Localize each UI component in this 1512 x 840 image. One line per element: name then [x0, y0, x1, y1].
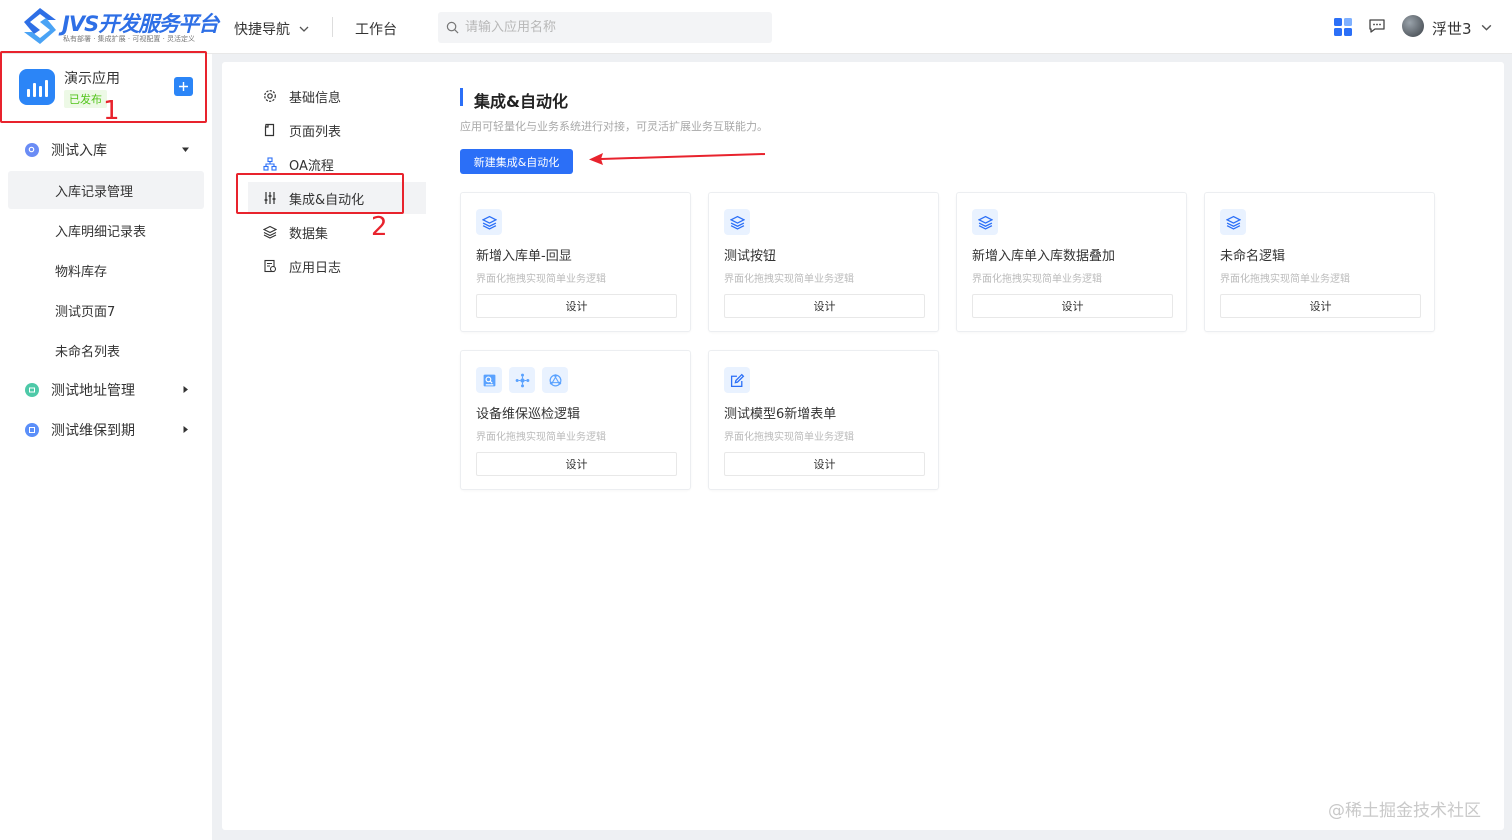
nav-label: 基础信息 — [289, 90, 342, 106]
nav-app-log[interactable]: 应用日志 — [248, 250, 426, 282]
integration-card[interactable]: 新增入库单-回显 界面化拖拽实现简单业务逻辑 设计 — [460, 192, 691, 332]
message-icon[interactable] — [1368, 17, 1386, 35]
caret-right-icon — [183, 426, 188, 433]
caret-down-icon — [182, 147, 189, 152]
design-button[interactable]: 设计 — [476, 452, 677, 476]
quick-nav-dropdown[interactable]: 快捷导航 — [234, 19, 310, 39]
left-sidebar: 演示应用 已发布 测试入库 入库记录管理 入库明细记录表 物料库存 测试页面7 … — [0, 54, 212, 840]
logo-subtitle: 私有部署 · 集成扩展 · 可视配置 · 灵活定义 — [63, 35, 196, 43]
report-search-icon — [476, 367, 502, 393]
nav-label: OA流程 — [289, 158, 334, 174]
logo-mark-icon — [24, 8, 56, 44]
platform-logo[interactable]: JVS开发服务平台 私有部署 · 集成扩展 · 可视配置 · 灵活定义 — [22, 6, 219, 46]
calendar-icon — [25, 423, 39, 437]
card-icons — [476, 367, 568, 393]
design-button[interactable]: 设计 — [972, 294, 1173, 318]
card-title: 设备维保巡检逻辑 — [476, 407, 581, 422]
sidebar-group-test-inbound[interactable]: 测试入库 — [8, 131, 204, 169]
card-description: 界面化拖拽实现简单业务逻辑 — [476, 432, 606, 443]
sidebar-item-test-page7[interactable]: 测试页面7 — [8, 291, 204, 329]
card-icons — [972, 209, 998, 235]
sidebar-group-label: 测试地址管理 — [51, 383, 135, 399]
annotation-number-2: 2 — [371, 212, 388, 242]
top-header: JVS开发服务平台 私有部署 · 集成扩展 · 可视配置 · 灵活定义 快捷导航… — [0, 0, 1512, 54]
app-search[interactable] — [438, 12, 772, 43]
card-icons — [724, 367, 750, 393]
sidebar-item-inbound-detail[interactable]: 入库明细记录表 — [8, 211, 204, 249]
sidebar-group-test-address[interactable]: 测试地址管理 — [8, 371, 204, 409]
caret-right-icon — [183, 386, 188, 393]
new-integration-button[interactable]: 新建集成&自动化 — [460, 149, 573, 174]
design-button[interactable]: 设计 — [724, 452, 925, 476]
location-icon — [25, 383, 39, 397]
card-description: 界面化拖拽实现简单业务逻辑 — [972, 274, 1102, 285]
nav-label: 页面列表 — [289, 124, 342, 140]
nav-page-list[interactable]: 页面列表 — [248, 114, 426, 146]
flow-icon — [263, 157, 277, 171]
sidebar-item-material-stock[interactable]: 物料库存 — [8, 251, 204, 289]
nav-label: 应用日志 — [289, 260, 342, 276]
card-description: 界面化拖拽实现简单业务逻辑 — [724, 274, 854, 285]
sidebar-item-unnamed-list[interactable]: 未命名列表 — [8, 331, 204, 369]
sidebar-group-label: 测试维保到期 — [51, 423, 135, 439]
layers-icon — [724, 209, 750, 235]
user-name[interactable]: 浮世3 — [1432, 18, 1472, 39]
integration-card[interactable]: 新增入库单入库数据叠加 界面化拖拽实现简单业务逻辑 设计 — [956, 192, 1187, 332]
sidebar-group-label: 测试入库 — [51, 143, 107, 159]
app-search-input[interactable] — [465, 20, 755, 35]
quick-nav-label: 快捷导航 — [234, 22, 290, 38]
sidebar-group-test-maintenance[interactable]: 测试维保到期 — [8, 411, 204, 449]
design-button[interactable]: 设计 — [724, 294, 925, 318]
card-title: 新增入库单-回显 — [476, 249, 572, 264]
integration-card[interactable]: 设备维保巡检逻辑 界面化拖拽实现简单业务逻辑 设计 — [460, 350, 691, 490]
section-title-accent — [460, 88, 463, 106]
layers-icon — [263, 225, 277, 239]
section-title: 集成&自动化 — [474, 92, 568, 111]
annotation-arrow-icon — [589, 153, 766, 165]
card-title: 新增入库单入库数据叠加 — [972, 249, 1116, 264]
chevron-down-icon — [299, 26, 309, 32]
network-nodes-icon — [509, 367, 535, 393]
card-description: 界面化拖拽实现简单业务逻辑 — [724, 432, 854, 443]
sidebar-item-inbound-records[interactable]: 入库记录管理 — [8, 171, 204, 209]
chevron-down-icon[interactable] — [1480, 21, 1493, 34]
search-icon — [446, 21, 459, 34]
card-icons — [724, 209, 750, 235]
workbench-link[interactable]: 工作台 — [355, 19, 397, 39]
nav-dataset[interactable]: 数据集 — [248, 216, 426, 248]
gear-icon — [264, 90, 276, 102]
design-button[interactable]: 设计 — [1220, 294, 1421, 318]
integration-card[interactable]: 未命名逻辑 界面化拖拽实现简单业务逻辑 设计 — [1204, 192, 1435, 332]
annotation-box-2 — [236, 173, 404, 214]
card-title: 未命名逻辑 — [1220, 249, 1286, 264]
integration-card[interactable]: 测试按钮 界面化拖拽实现简单业务逻辑 设计 — [708, 192, 939, 332]
layers-icon — [476, 209, 502, 235]
integration-card[interactable]: 测试模型6新增表单 界面化拖拽实现简单业务逻辑 设计 — [708, 350, 939, 490]
section-description: 应用可轻量化与业务系统进行对接，可灵活扩展业务互联能力。 — [460, 120, 768, 133]
log-icon — [264, 259, 277, 273]
edit-form-icon — [724, 367, 750, 393]
cycle-icon — [542, 367, 568, 393]
card-title: 测试按钮 — [724, 249, 777, 264]
nav-divider — [332, 17, 333, 37]
layers-icon — [972, 209, 998, 235]
annotation-number-1: 1 — [103, 96, 120, 126]
nav-basic-info[interactable]: 基础信息 — [248, 80, 426, 112]
app-grid-icon[interactable] — [1333, 17, 1353, 37]
nav-label: 数据集 — [289, 226, 329, 242]
card-icons — [1220, 209, 1246, 235]
card-title: 测试模型6新增表单 — [724, 407, 837, 422]
watermark: @稀土掘金技术社区 — [1328, 801, 1481, 821]
card-description: 界面化拖拽实现简单业务逻辑 — [476, 274, 606, 285]
layers-icon — [1220, 209, 1246, 235]
card-icons — [476, 209, 502, 235]
file-icon — [264, 123, 275, 137]
design-button[interactable]: 设计 — [476, 294, 677, 318]
card-description: 界面化拖拽实现简单业务逻辑 — [1220, 274, 1350, 285]
search-icon — [25, 143, 39, 157]
user-avatar[interactable] — [1402, 15, 1424, 37]
